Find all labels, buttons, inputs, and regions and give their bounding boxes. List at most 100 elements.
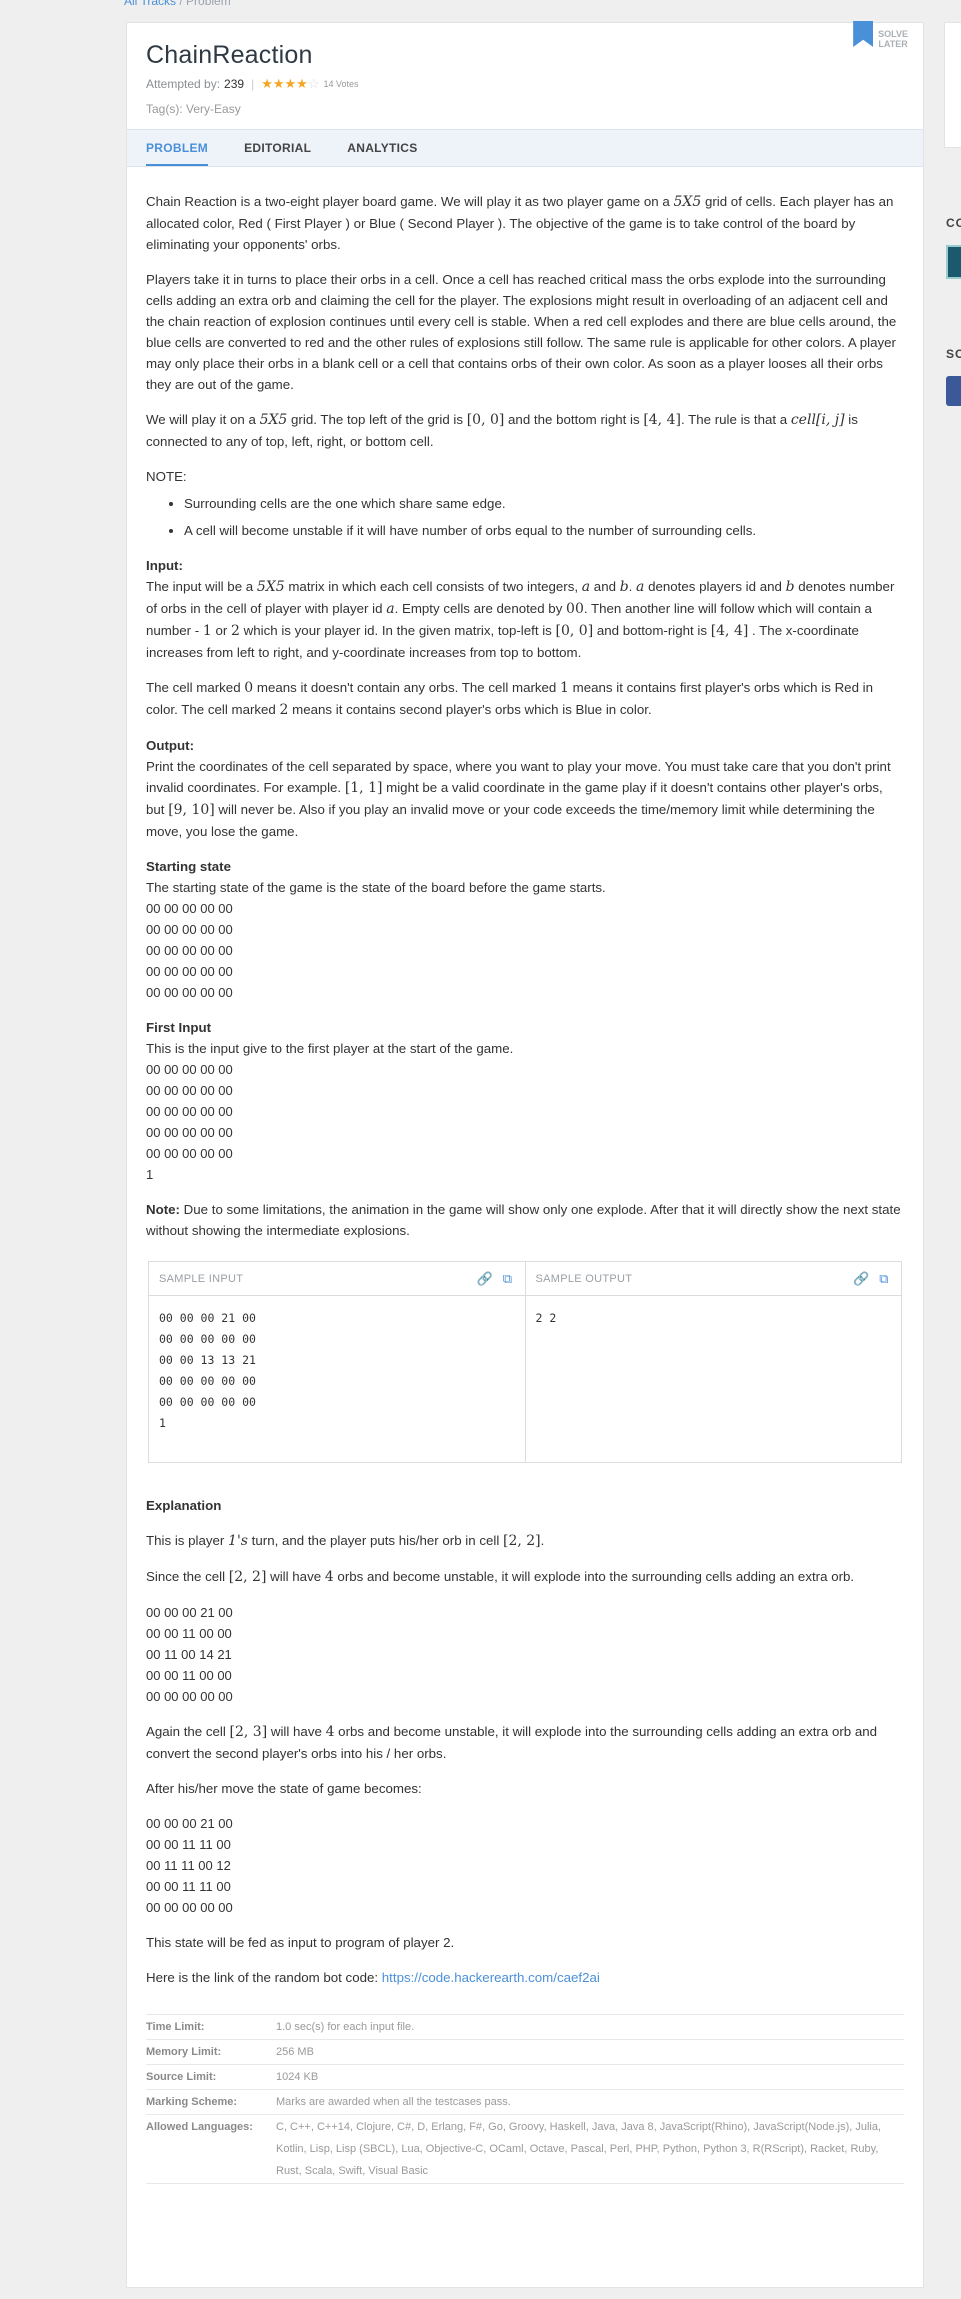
meta-divider: |: [251, 77, 255, 91]
problem-header: ChainReaction Attempted by: 239 | ★★★★☆ …: [127, 21, 923, 129]
text: will have: [266, 1569, 325, 1584]
sample-input-content[interactable]: 00 00 00 21 00 00 00 00 00 00 00 00 13 1…: [149, 1296, 525, 1446]
star-icon[interactable]: ★: [285, 76, 297, 91]
statement-intro: Chain Reaction is a two-eight player boa…: [146, 191, 904, 255]
star-icon[interactable]: ★: [273, 76, 285, 91]
math: 1: [202, 623, 212, 639]
breadcrumb-separator: /: [179, 0, 183, 8]
first-input-grid: 00 00 00 00 00 00 00 00 00 00 00 00 00 0…: [146, 1062, 233, 1182]
math: 4: [324, 1569, 334, 1585]
statement-rules: Players take it in turns to place their …: [146, 272, 897, 392]
votes-count: 14 Votes: [323, 79, 359, 89]
math: [2, 2]: [228, 1569, 267, 1585]
solve-later-button[interactable]: SOLVE LATER: [853, 21, 908, 49]
cell-description: The cell marked 0 means it doesn't conta…: [146, 677, 904, 721]
first-input-heading: First Input: [146, 1020, 211, 1035]
text: will never be. Also if you play an inval…: [146, 802, 875, 839]
sample-input-header: SAMPLE INPUT 🔗 ⧉: [149, 1262, 525, 1296]
text: The input will be a: [146, 579, 257, 594]
attempted-count: 239: [224, 77, 245, 91]
starting-state-grid: 00 00 00 00 00 00 00 00 00 00 00 00 00 0…: [146, 901, 233, 1000]
text: . Empty cells are denoted by: [394, 601, 567, 616]
first-input-section: First Input This is the input give to th…: [146, 1017, 904, 1185]
math: cell[i, j]: [790, 412, 845, 428]
math: 00: [566, 601, 584, 617]
table-row: Time Limit: 1.0 sec(s) for each input fil…: [146, 2015, 904, 2040]
star-icon[interactable]: ★: [261, 76, 273, 91]
copy-icon[interactable]: ⧉: [877, 1271, 891, 1286]
star-icon[interactable]: ★: [296, 76, 308, 91]
note-list: Surrounding cells are the one which shar…: [184, 493, 904, 541]
math: 2: [231, 623, 240, 639]
limit-value: 1.0 sec(s) for each input file.: [276, 2021, 415, 2033]
breadcrumb: All Tracks / Problem: [124, 0, 231, 8]
math: [0, 0]: [555, 623, 594, 639]
text: Again the cell: [146, 1724, 230, 1739]
sample-output-header: SAMPLE OUTPUT 🔗 ⧉: [525, 1262, 901, 1296]
link-icon[interactable]: 🔗: [853, 1271, 869, 1286]
limit-key: Allowed Languages:: [146, 2121, 253, 2133]
tab-editorial[interactable]: EDITORIAL: [244, 130, 311, 166]
limits-table: Time Limit: 1.0 sec(s) for each input fil…: [146, 2014, 904, 2184]
list-item: Surrounding cells are the one which shar…: [184, 493, 904, 514]
limit-value: C, C++, C++14, Clojure, C#, D, Erlang, F…: [276, 2121, 882, 2177]
sample-input-box: SAMPLE INPUT 🔗 ⧉ 00 00 00 21 00 00 00 00…: [149, 1262, 525, 1462]
bookmark-icon: [853, 21, 874, 47]
limit-key: Memory Limit:: [146, 2046, 222, 2058]
math: b: [619, 579, 629, 595]
math: 1: [560, 680, 569, 696]
tab-problem[interactable]: PROBLEM: [146, 130, 209, 166]
text: .: [540, 1533, 545, 1548]
text: will have: [267, 1724, 326, 1739]
copy-icon[interactable]: ⧉: [501, 1271, 515, 1286]
math: [4, 4]: [643, 412, 681, 428]
math: [0, 0]: [466, 412, 505, 428]
problem-meta: Attempted by: 239 | ★★★★☆ 14 Votes: [146, 76, 904, 92]
math: 5X5: [259, 412, 288, 428]
table-row: Memory Limit: 256 MB: [146, 2040, 904, 2065]
list-item: A cell will become unstable if it will h…: [184, 520, 904, 541]
table-row: Allowed Languages: C, C++, C++14, Clojure…: [146, 2115, 904, 2184]
limit-key: Source Limit:: [146, 2071, 217, 2083]
math: [2, 3]: [229, 1724, 268, 1740]
bot-code-link[interactable]: https://code.hackerearth.com/caef2ai: [382, 1970, 600, 1985]
animation-note: Note: Due to some limitations, the anima…: [146, 1199, 904, 1241]
starting-state-description: The starting state of the game is the st…: [146, 880, 606, 895]
explanation-grid-2: 00 00 00 21 00 00 00 11 11 00 00 11 11 0…: [146, 1816, 233, 1915]
share-button[interactable]: [946, 376, 961, 406]
text: and the bottom right is: [504, 412, 644, 427]
tags-line: Tag(s): Very-Easy: [146, 102, 241, 116]
statement-grid: We will play it on a 5X5 grid. The top l…: [146, 409, 904, 452]
input-description: The input will be a 5X5 matrix in which …: [146, 576, 904, 663]
text: and: [590, 579, 620, 594]
math: 1's: [228, 1533, 248, 1549]
rating-stars[interactable]: ★★★★☆: [261, 76, 319, 92]
page-title: ChainReaction: [146, 41, 313, 69]
limit-key: Time Limit:: [146, 2021, 205, 2033]
text: . The rule is that a: [680, 412, 791, 427]
text: or: [211, 623, 232, 638]
explanation-step-2: Since the cell [2, 2] will have 4 orbs a…: [146, 1566, 904, 1588]
output-section: Output: Print the coordinates of the cel…: [146, 735, 904, 842]
note-bold-label: Note:: [146, 1202, 180, 1217]
star-icon[interactable]: ☆: [308, 76, 320, 91]
sample-output-label: SAMPLE OUTPUT: [535, 1272, 633, 1285]
attempted-label: Attempted by:: [146, 77, 221, 91]
right-sidebar-card: [944, 22, 961, 148]
text: Chain Reaction is a two-eight player boa…: [146, 194, 674, 209]
link-icon[interactable]: 🔗: [477, 1271, 493, 1286]
sidebar-image[interactable]: [946, 245, 961, 279]
math: b: [785, 579, 795, 595]
math: a: [386, 601, 395, 617]
breadcrumb-parent-link[interactable]: All Tracks: [124, 0, 176, 8]
math: [9, 10]: [168, 802, 215, 818]
math: a: [581, 579, 591, 595]
sidebar-label-2: SC: [946, 347, 961, 361]
table-row: Source Limit: 1024 KB: [146, 2065, 904, 2090]
text: orbs and become unstable, it will explod…: [333, 1569, 855, 1584]
sample-output-content[interactable]: 2 2: [526, 1296, 902, 1341]
tab-analytics[interactable]: ANALYTICS: [347, 130, 417, 166]
output-heading: Output:: [146, 738, 194, 753]
text: grid. The top left of the grid is: [287, 412, 467, 427]
text: Here is the link of the random bot code:: [146, 1970, 382, 1985]
